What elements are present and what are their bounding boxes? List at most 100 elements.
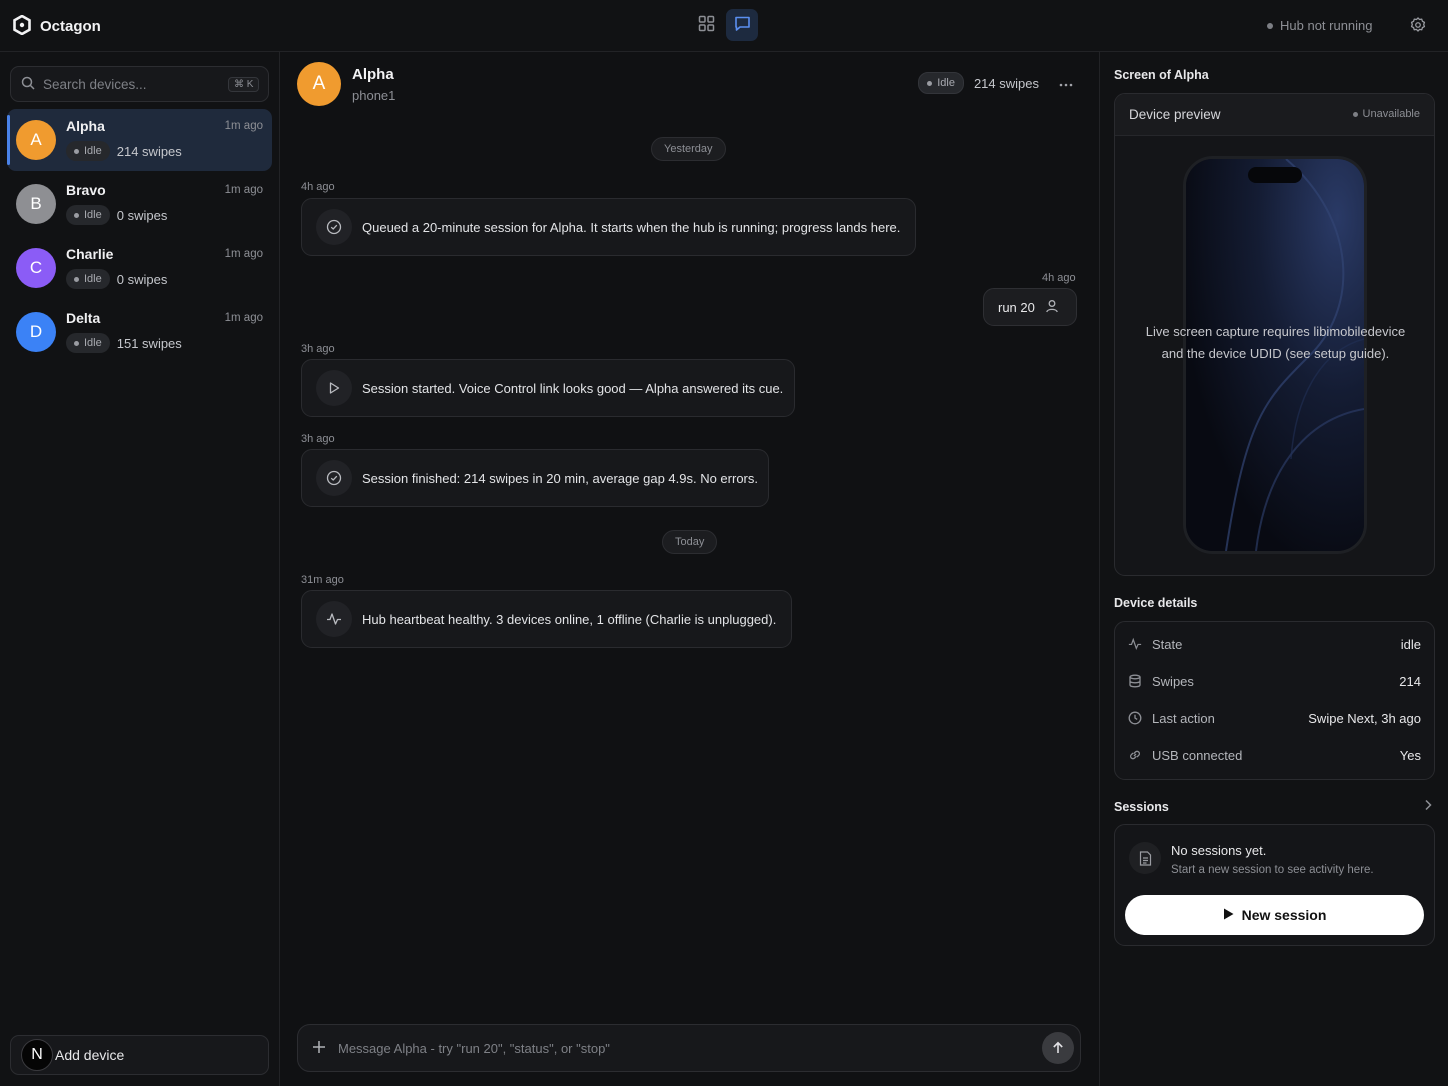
status-badge: Idle xyxy=(918,72,964,94)
activity-icon xyxy=(316,601,352,637)
device-details-card: State idle Swipes 214 Last action Swipe … xyxy=(1114,621,1435,780)
add-device-button[interactable]: N Add device xyxy=(10,1035,269,1075)
device-list: A Alpha 1m ago Idle 214 swipes B Bravo 1… xyxy=(7,109,272,365)
screen-title: Screen of Alpha xyxy=(1114,68,1209,82)
status-dot xyxy=(1267,22,1273,29)
day-separator-today: Today xyxy=(662,530,718,554)
sessions-empty-subtitle: Start a new session to see activity here… xyxy=(1171,864,1374,876)
detail-row-last-action: Last action Swipe Next, 3h ago xyxy=(1115,701,1434,738)
device-name: Alpha xyxy=(66,118,105,134)
detail-row-usb: USB connected Yes xyxy=(1115,738,1434,775)
chat-subtitle: phone1 xyxy=(352,88,396,103)
new-session-button[interactable]: New session xyxy=(1125,895,1424,935)
grid-icon xyxy=(698,15,715,35)
play-icon xyxy=(1223,907,1234,923)
status-badge: Idle xyxy=(66,269,110,289)
message-timestamp: 4h ago xyxy=(1042,272,1076,284)
app-name: Octagon xyxy=(40,18,101,35)
swipe-count: 0 swipes xyxy=(116,271,168,287)
sessions-empty-title: No sessions yet. xyxy=(1171,843,1267,858)
database-icon xyxy=(1128,674,1142,688)
swipe-count: 151 swipes xyxy=(116,335,182,351)
search-icon xyxy=(21,76,35,93)
ellipsis-icon xyxy=(1059,83,1073,87)
device-name: Delta xyxy=(66,310,101,326)
swipe-count: 214 swipes xyxy=(973,75,1039,91)
grid-view-button[interactable] xyxy=(690,9,722,41)
message-text: Session finished: 214 swipes in 20 min, … xyxy=(362,470,758,486)
swipe-count: 0 swipes xyxy=(116,207,168,223)
settings-button[interactable] xyxy=(1406,14,1430,38)
detail-row-swipes: Swipes 214 xyxy=(1115,664,1434,701)
sidebar: ⌘ K A Alpha 1m ago Idle 214 swipes B Bra… xyxy=(0,52,280,1086)
activity-icon xyxy=(1128,637,1142,651)
document-icon xyxy=(1129,842,1161,874)
chat-header: A Alpha phone1 Idle 214 swipes xyxy=(297,62,1087,106)
right-panel: Screen of Alpha Device preview Unavailab… xyxy=(1099,52,1448,1086)
chat-view-button[interactable] xyxy=(726,9,758,41)
device-preview-card: Device preview Unavailable Live screen c… xyxy=(1114,93,1435,576)
device-time: 1m ago xyxy=(224,248,263,260)
avatar: A xyxy=(16,120,56,160)
device-name: Bravo xyxy=(66,182,106,198)
system-message: Queued a 20-minute session for Alpha. It… xyxy=(301,198,916,256)
search-input[interactable] xyxy=(43,76,220,92)
device-item-charlie[interactable]: C Charlie 1m ago Idle 0 swipes xyxy=(7,237,272,299)
send-button[interactable] xyxy=(1042,1032,1074,1064)
status-badge: Idle xyxy=(66,205,110,225)
message-text: Queued a 20-minute session for Alpha. It… xyxy=(362,219,901,235)
device-time: 1m ago xyxy=(224,184,263,196)
preview-unavailable-message: Live screen capture requires libimobiled… xyxy=(1145,324,1406,361)
check-circle-icon xyxy=(316,460,352,496)
status-badge: Idle xyxy=(66,333,110,353)
sessions-card: No sessions yet. Start a new session to … xyxy=(1114,824,1435,946)
clock-icon xyxy=(1128,711,1142,725)
user-initial-avatar: N xyxy=(21,1039,53,1071)
device-name: Charlie xyxy=(66,246,114,262)
more-options-button[interactable] xyxy=(1053,74,1079,92)
avatar: C xyxy=(16,248,56,288)
arrow-up-icon xyxy=(1053,1041,1063,1053)
avatar: D xyxy=(16,312,56,352)
message-text: Hub heartbeat healthy. 3 devices online,… xyxy=(362,611,777,627)
preview-title: Device preview xyxy=(1129,107,1221,122)
avatar: A xyxy=(297,62,341,106)
chat-bubble-icon xyxy=(734,15,751,35)
swipe-count: 214 swipes xyxy=(116,143,182,159)
chevron-right-icon[interactable] xyxy=(1424,799,1432,814)
system-message: Session finished: 214 swipes in 20 min, … xyxy=(301,449,769,507)
message-text: Session started. Voice Control link look… xyxy=(362,380,784,396)
check-circle-icon xyxy=(316,209,352,245)
brand[interactable]: Octagon xyxy=(13,14,101,38)
top-bar: Octagon Hub not running xyxy=(0,0,1448,52)
message-input[interactable] xyxy=(338,1040,1030,1056)
avatar: B xyxy=(16,184,56,224)
message-timestamp: 3h ago xyxy=(301,433,335,445)
detail-row-state: State idle xyxy=(1115,627,1434,664)
view-toggle xyxy=(690,9,758,41)
link-icon xyxy=(1128,748,1142,762)
keyboard-shortcut-badge: ⌘ K xyxy=(228,76,260,92)
device-item-bravo[interactable]: B Bravo 1m ago Idle 0 swipes xyxy=(7,173,272,235)
user-icon xyxy=(1045,299,1059,316)
sessions-title: Sessions xyxy=(1114,800,1169,814)
device-item-delta[interactable]: D Delta 1m ago Idle 151 swipes xyxy=(7,301,272,363)
system-message: Hub heartbeat healthy. 3 devices online,… xyxy=(301,590,792,648)
plus-icon[interactable] xyxy=(312,1040,326,1057)
day-separator-yesterday: Yesterday xyxy=(651,137,726,161)
device-time: 1m ago xyxy=(224,312,263,324)
status-badge: Idle xyxy=(66,141,110,161)
add-device-label: Add device xyxy=(55,1047,125,1063)
user-message: run 20 xyxy=(983,288,1077,326)
play-icon xyxy=(316,370,352,406)
device-item-alpha[interactable]: A Alpha 1m ago Idle 214 swipes xyxy=(7,109,272,171)
message-composer xyxy=(297,1024,1081,1072)
new-session-label: New session xyxy=(1241,907,1327,923)
hub-status: Hub not running xyxy=(1267,18,1373,33)
message-text: run 20 xyxy=(998,299,1035,315)
chat-title: Alpha xyxy=(352,66,394,83)
hub-status-text: Hub not running xyxy=(1280,18,1373,33)
preview-status: Unavailable xyxy=(1352,108,1420,120)
message-timestamp: 3h ago xyxy=(301,343,335,355)
search-box[interactable]: ⌘ K xyxy=(10,66,269,102)
